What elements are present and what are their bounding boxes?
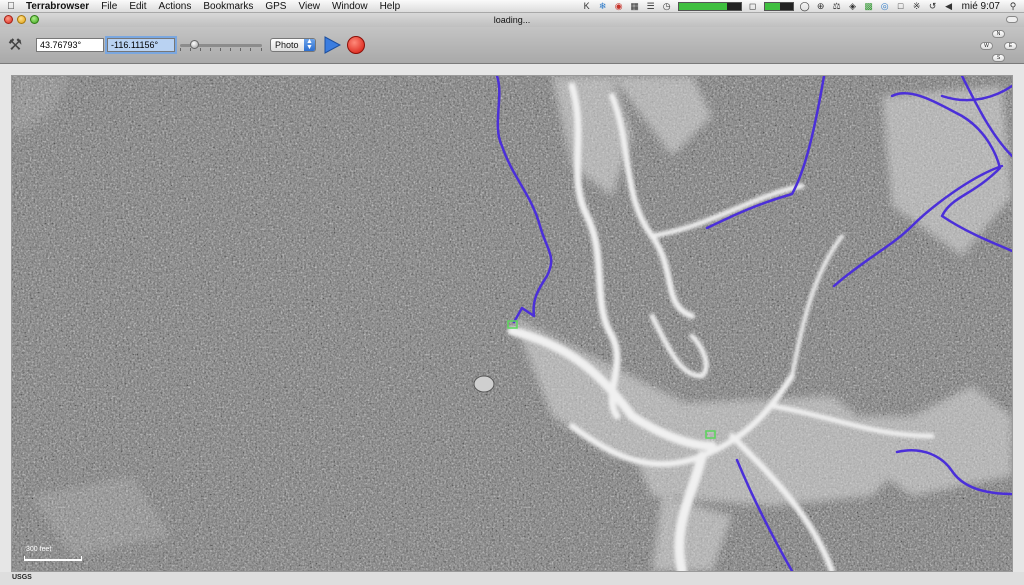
safari-icon[interactable]: ◎ [880,1,890,11]
toolbar-toggle-button[interactable] [1006,16,1018,23]
menu-help[interactable]: Help [374,0,407,13]
scale-label: 300 feet [26,546,52,553]
zoom-window-button[interactable] [30,15,39,24]
lifebuoy-icon[interactable]: ◉ [614,1,624,11]
cpu-meter[interactable] [677,1,742,11]
volume-icon[interactable]: ◀ [944,1,954,11]
joystick-icon[interactable]: ⚖ [832,1,842,11]
chevron-updown-icon: ▲ ▼ [304,38,315,51]
calendar-icon[interactable]: ▦ [630,1,640,11]
snowflake-icon[interactable]: ❄ [598,1,608,11]
stop-button[interactable] [347,36,365,54]
menu-window[interactable]: Window [326,0,374,13]
usgs-attribution: USGS [12,574,32,581]
compass-control: N W E S [978,29,1020,63]
aerial-photo[interactable] [12,76,1012,571]
colorsync-icon[interactable]: ▩ [864,1,874,11]
memory-meter[interactable] [763,1,794,11]
menu-clock[interactable]: mié 9:07 [960,0,1002,13]
map-view[interactable]: 300 feet [11,75,1013,572]
menu-actions[interactable]: Actions [153,0,198,13]
latitude-field[interactable] [36,38,104,52]
time-machine-icon[interactable]: ↺ [928,1,938,11]
menu-bookmarks[interactable]: Bookmarks [197,0,259,13]
map-type-value: Photo [275,40,299,50]
k-icon[interactable]: K [582,1,592,11]
map-type-select[interactable]: Photo ▲ ▼ [270,38,316,52]
bluetooth-icon[interactable]: ※ [912,1,922,11]
minimize-window-button[interactable] [17,15,26,24]
clock-icon[interactable]: ◷ [662,1,672,11]
pan-west-button[interactable]: W [980,42,993,50]
status-bar [0,572,1024,585]
dropbox-icon[interactable]: ◈ [848,1,858,11]
activity-icon[interactable]: ◯ [800,1,810,11]
scale-bar [24,556,82,561]
menu-gps[interactable]: GPS [259,0,292,13]
crosshair-icon[interactable]: ⊕ [816,1,826,11]
play-button[interactable] [323,36,341,54]
close-window-button[interactable] [4,15,13,24]
menu-app-name[interactable]: Terrabrowser [22,0,95,13]
spotlight-icon[interactable]: ⚲ [1008,1,1018,11]
pond [473,375,495,393]
window-titlebar[interactable]: loading... [0,13,1024,27]
zoom-slider-knob[interactable] [190,40,199,49]
sliders-icon[interactable]: ☰ [646,1,656,11]
network-icon[interactable]: ◻ [748,1,758,11]
apple-menu-icon[interactable]:  [0,1,22,12]
pan-south-button[interactable]: S [992,54,1005,62]
toolbar: ⚒ Photo ▲▼ N W E S [0,27,1024,64]
document-icon[interactable]: □ [896,1,906,11]
pan-east-button[interactable]: E [1004,42,1017,50]
menu-file[interactable]: File [95,0,123,13]
menu-bar:  Terrabrowser File Edit Actions Bookmar… [0,0,1024,13]
menu-view[interactable]: View [292,0,326,13]
tools-icon[interactable]: ⚒ [5,36,25,56]
window-title: loading... [493,15,531,25]
longitude-field[interactable] [105,36,177,54]
menu-edit[interactable]: Edit [123,0,152,13]
pan-north-button[interactable]: N [992,30,1005,38]
zoom-slider[interactable] [180,40,262,51]
